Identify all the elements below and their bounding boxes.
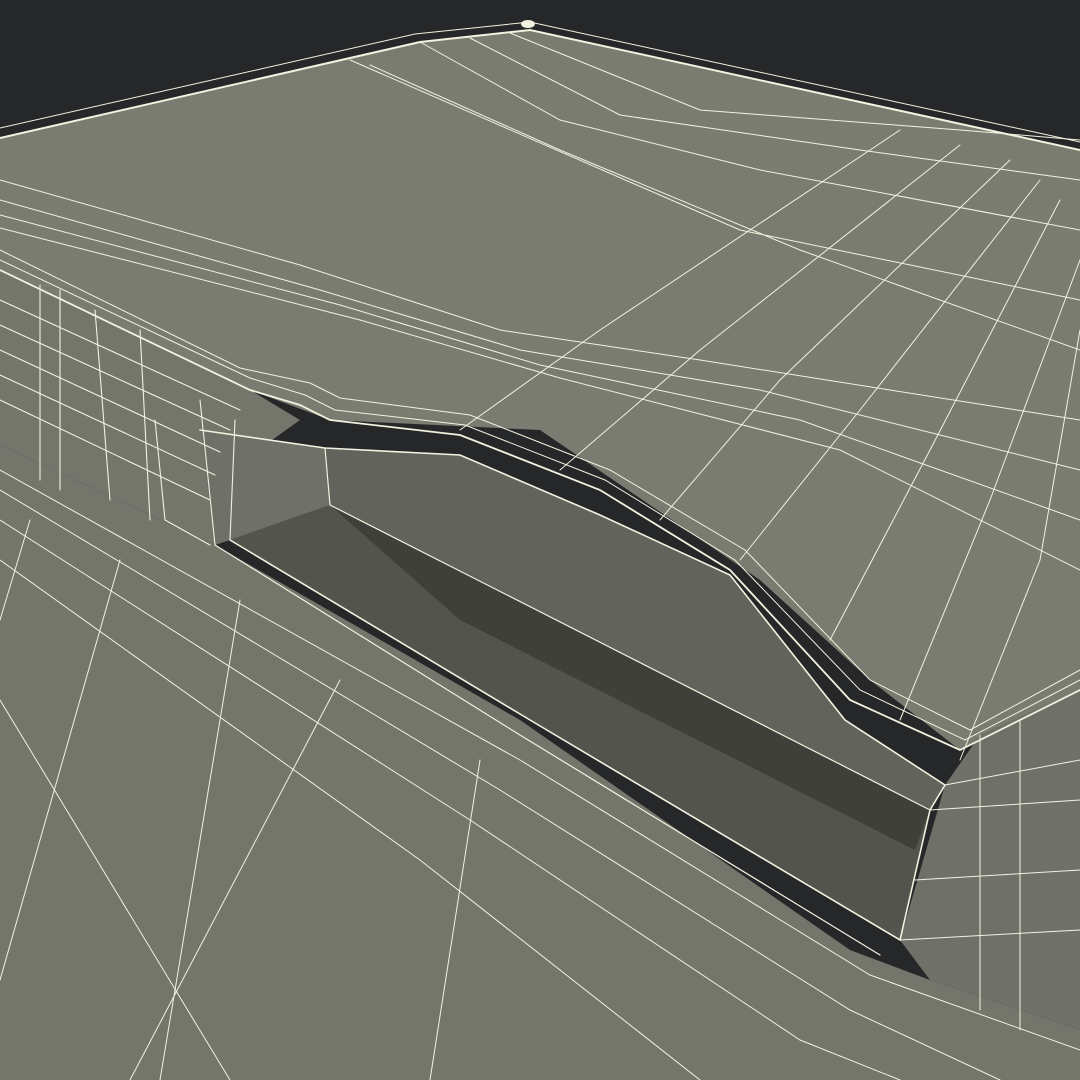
wireframe-render (0, 0, 1080, 1080)
top-knob (521, 20, 535, 28)
